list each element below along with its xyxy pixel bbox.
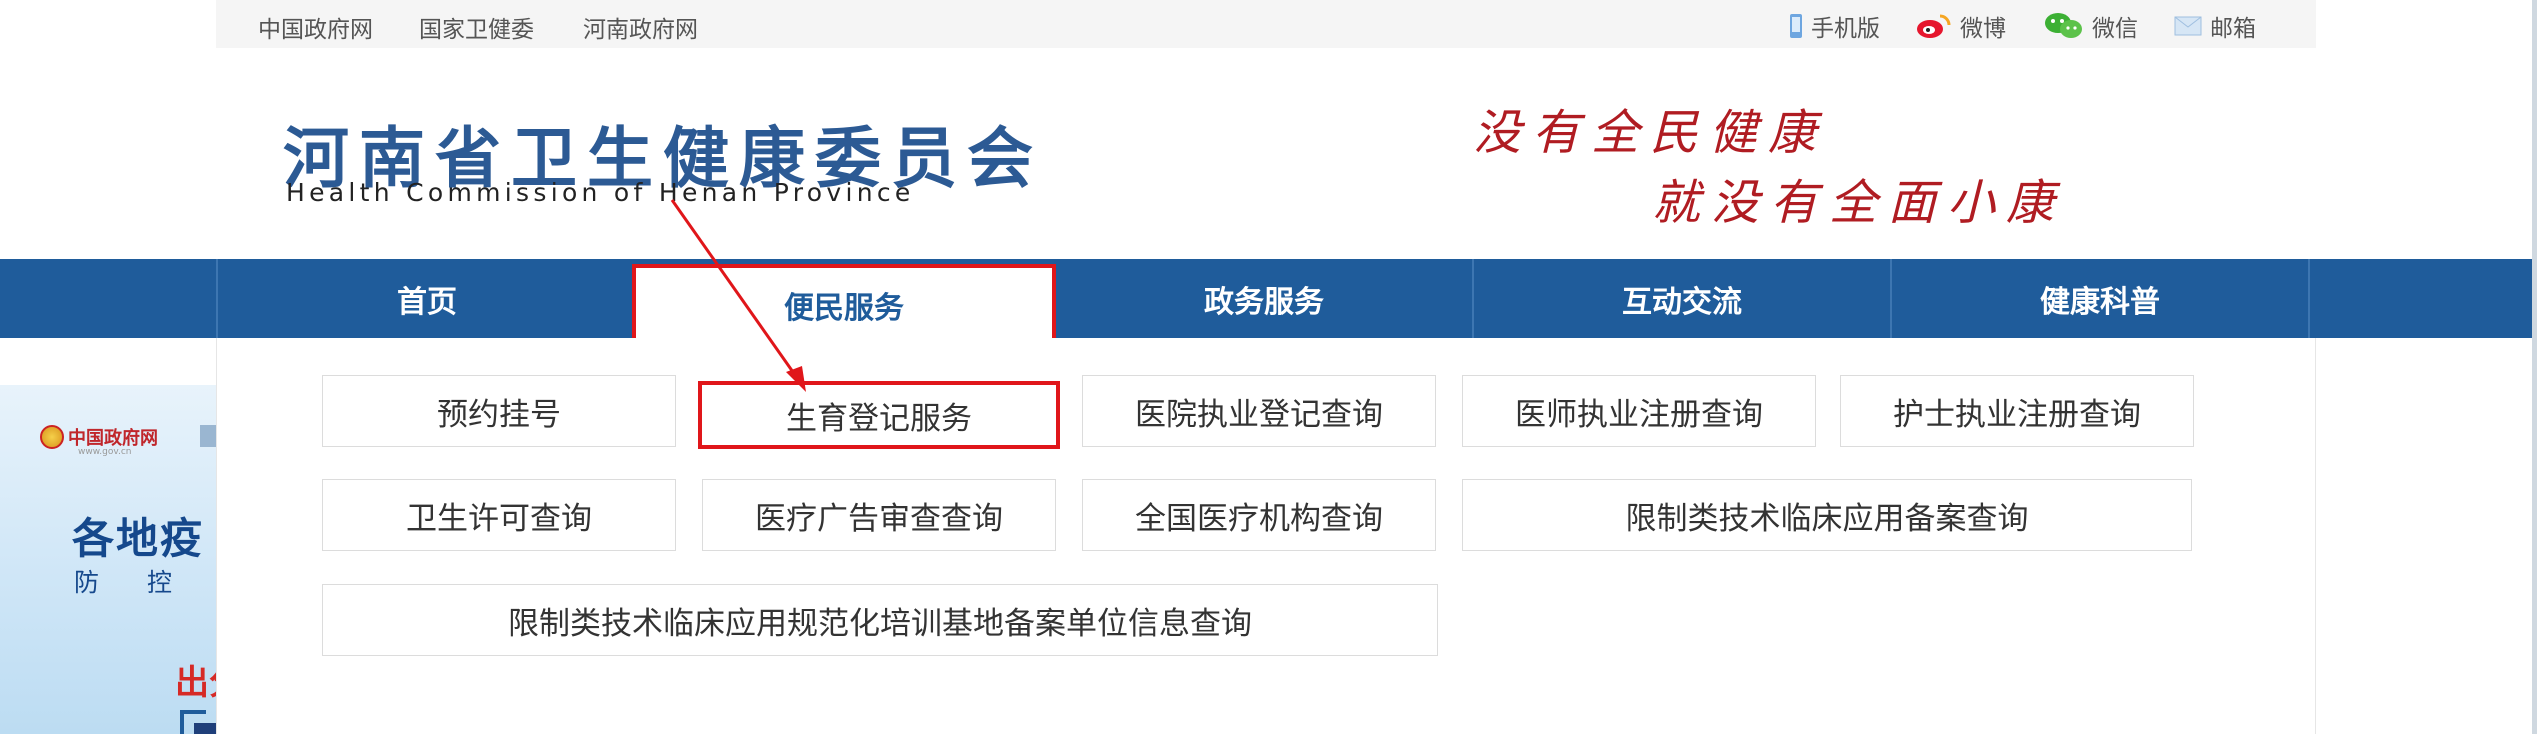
banner-red-text: 出分: [175, 663, 216, 703]
service-nurse-registration-query[interactable]: 护士执业注册查询: [1840, 375, 2194, 447]
scrollbar[interactable]: [2532, 0, 2537, 734]
service-physician-registration-query[interactable]: 医师执业注册查询: [1462, 375, 1816, 447]
service-medical-ad-review-query[interactable]: 医疗广告审查查询: [702, 479, 1056, 551]
wechat-link[interactable]: 微信: [2044, 9, 2138, 43]
email-icon: [2174, 16, 2202, 36]
email-link[interactable]: 邮箱: [2174, 9, 2256, 43]
wechat-label: 微信: [2092, 16, 2138, 42]
national-emblem-icon: [40, 425, 64, 449]
banner-gov-url: www.gov.cn: [78, 447, 132, 457]
mobile-icon: [1790, 14, 1802, 38]
nav-home[interactable]: 首页: [218, 259, 636, 338]
nav-health-science[interactable]: 健康科普: [1892, 259, 2308, 338]
email-label: 邮箱: [2210, 16, 2256, 42]
link-gov-cn[interactable]: 中国政府网: [258, 10, 373, 44]
nav-divider: [2308, 259, 2310, 338]
mobile-label: 手机版: [1811, 16, 1880, 42]
banner-subtitle: 防 控 新: [74, 568, 216, 597]
service-national-medical-institution-query[interactable]: 全国医疗机构查询: [1082, 479, 1436, 551]
nav-government-services[interactable]: 政务服务: [1056, 259, 1472, 338]
link-henan-gov[interactable]: 河南政府网: [583, 10, 698, 44]
banner-headline: 各地疫: [72, 514, 205, 563]
top-bar: 中国政府网 国家卫健委 河南政府网 手机版 微博 微信 邮箱: [216, 0, 2316, 48]
service-birth-registration[interactable]: 生育登记服务: [698, 381, 1060, 449]
slogan-line-1: 没有全民健康: [1473, 105, 1828, 161]
service-restricted-tech-filing-query[interactable]: 限制类技术临床应用备案查询: [1462, 479, 2192, 551]
weibo-link[interactable]: 微博: [1916, 9, 2006, 43]
link-nhc[interactable]: 国家卫健委: [419, 10, 534, 44]
banner-block: [194, 723, 216, 734]
weibo-label: 微博: [1960, 16, 2006, 42]
nav-interaction[interactable]: 互动交流: [1474, 259, 1890, 338]
weibo-icon: [1917, 14, 1951, 38]
service-restricted-tech-training-base-query[interactable]: 限制类技术临床应用规范化培训基地备案单位信息查询: [322, 584, 1438, 656]
banner-logo-fragment: [200, 425, 216, 447]
service-hospital-registration-query[interactable]: 医院执业登记查询: [1082, 375, 1436, 447]
service-health-license-query[interactable]: 卫生许可查询: [322, 479, 676, 551]
nav-convenience-services[interactable]: 便民服务: [632, 264, 1056, 345]
side-banner[interactable]: 中国政府网 www.gov.cn 各地疫 防 控 新 出分: [0, 385, 216, 734]
wechat-icon: [2045, 13, 2082, 38]
slogan-line-2: 就没有全面小康: [1652, 175, 2066, 231]
mobile-link[interactable]: 手机版: [1789, 9, 1880, 43]
site-title-en: Health Commission of Henan Province: [286, 178, 915, 207]
service-appointment[interactable]: 预约挂号: [322, 375, 676, 447]
